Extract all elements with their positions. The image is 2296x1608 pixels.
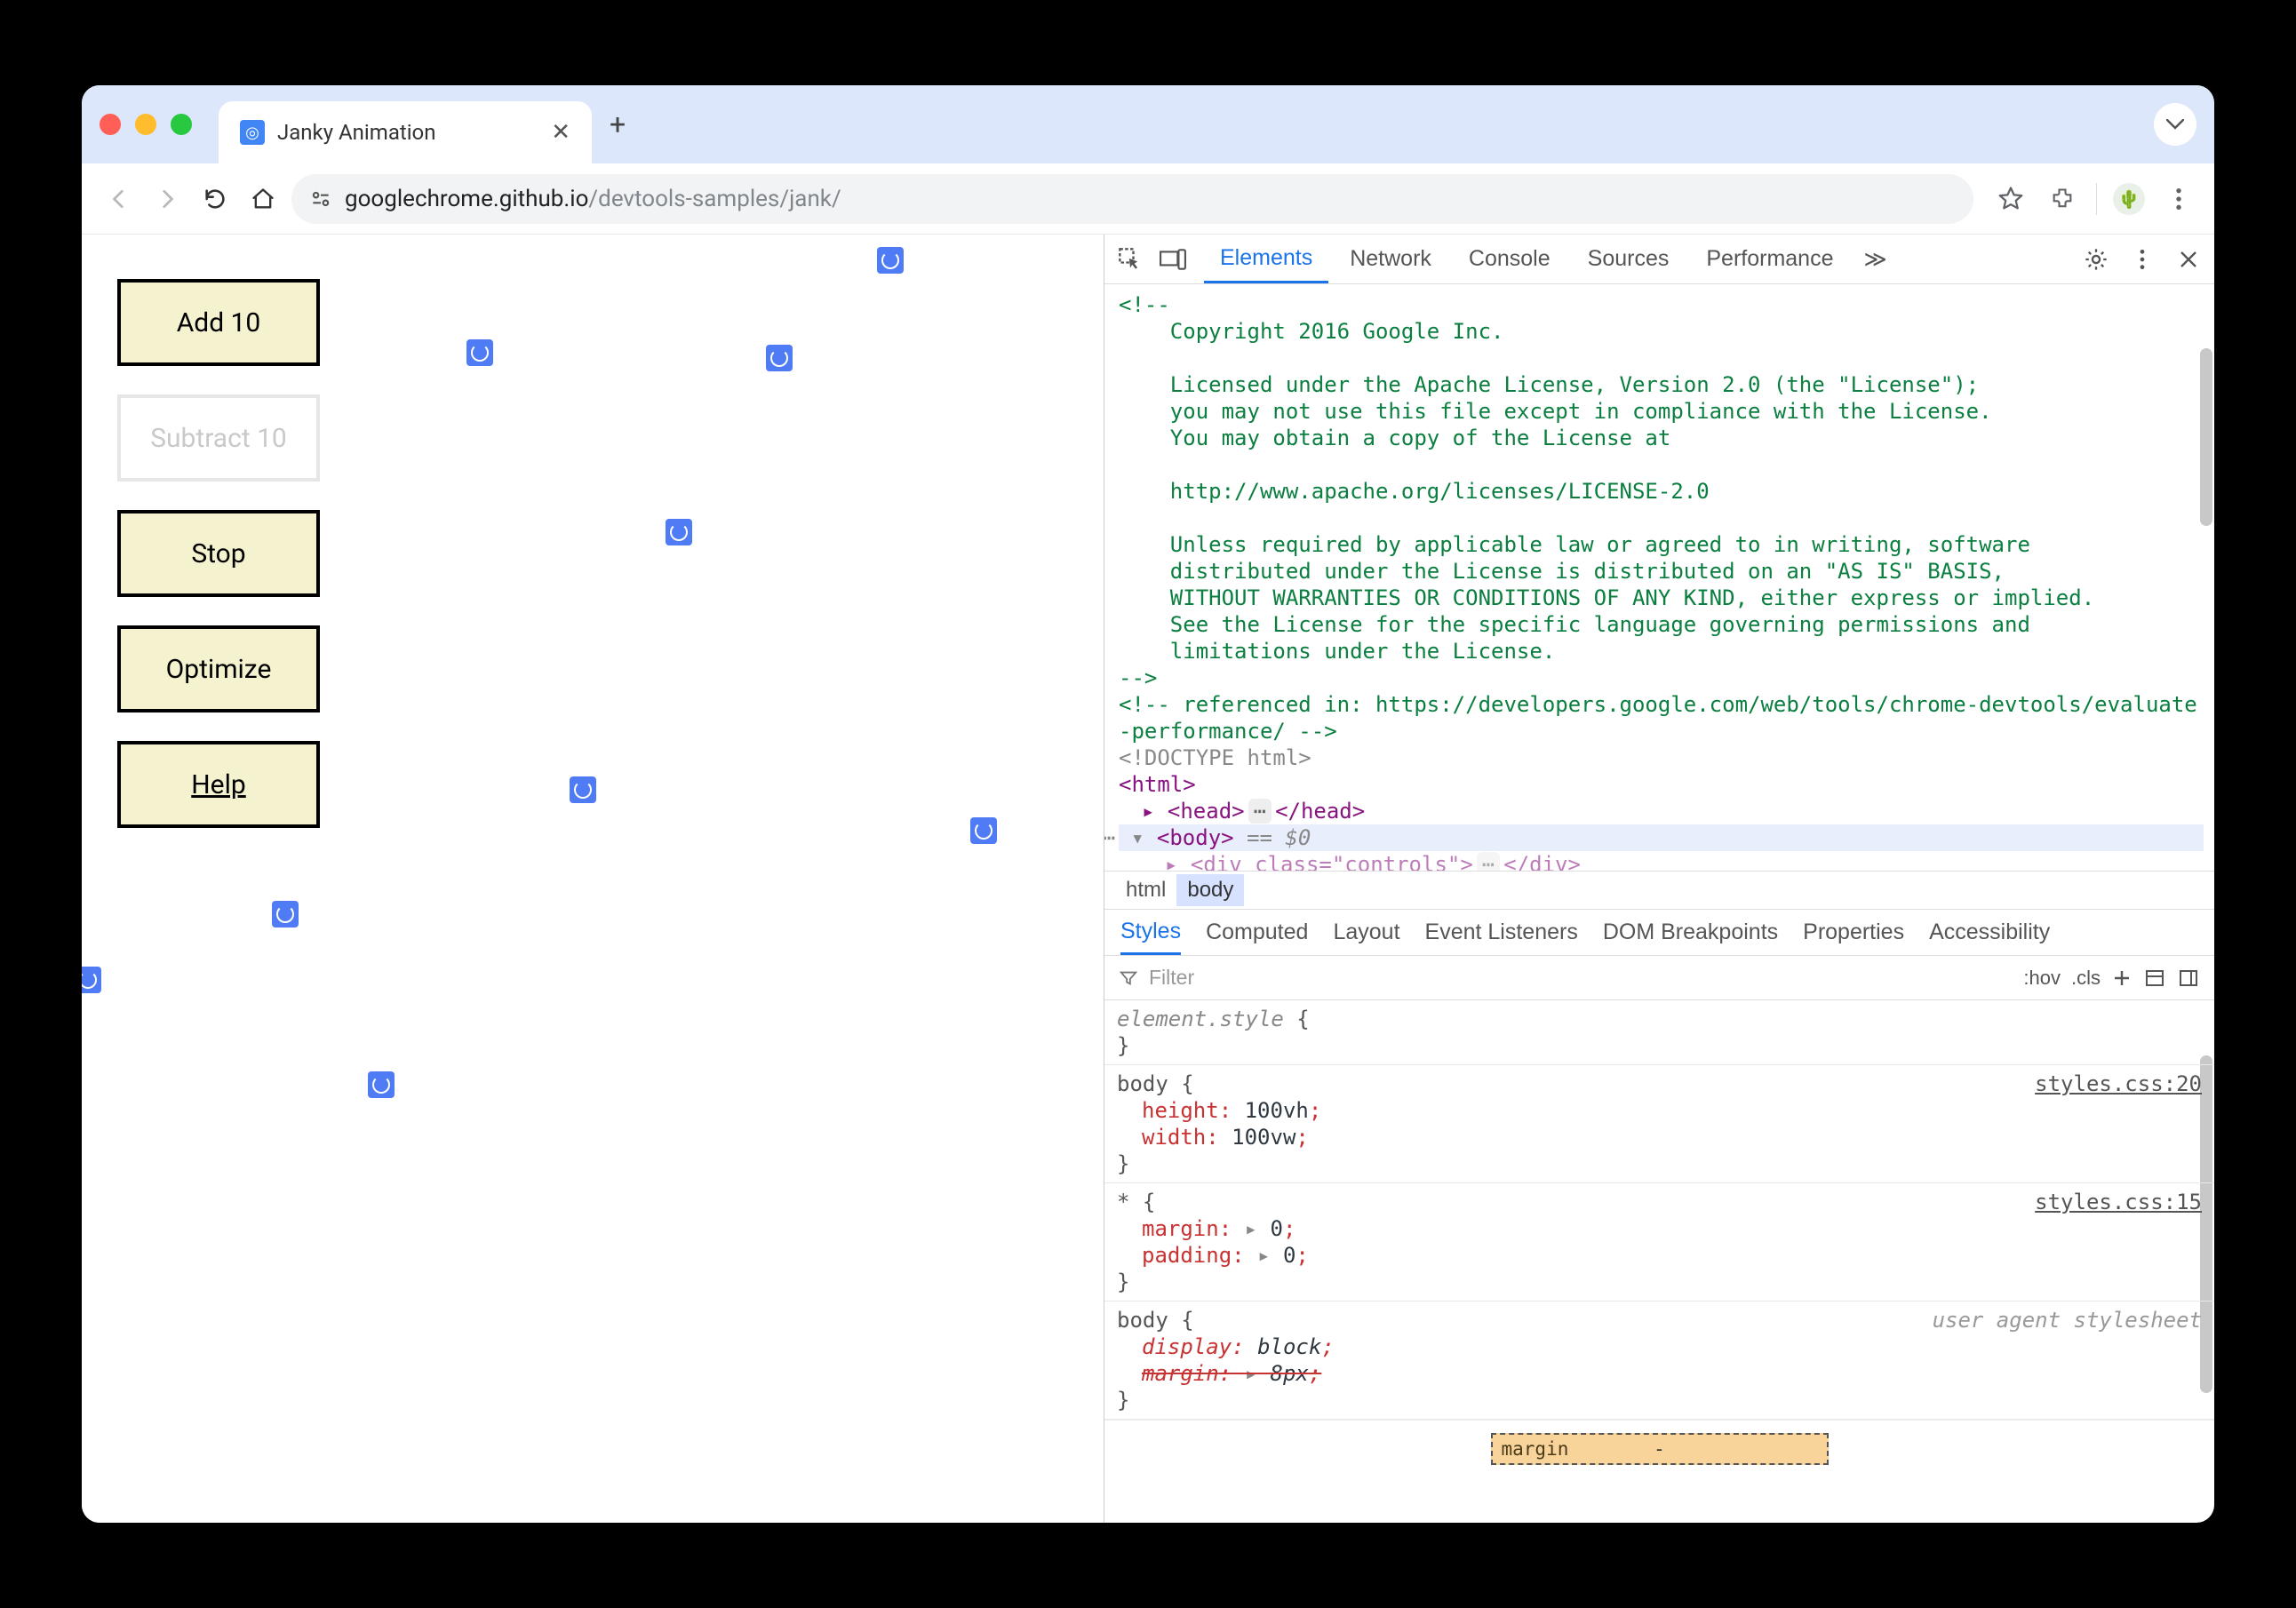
home-button[interactable] [243,179,283,219]
styles-filter-input[interactable]: Filter [1149,966,2013,990]
device-toolbar-icon[interactable] [1158,244,1188,275]
stylesheet-link[interactable]: styles.css:20 [2035,1071,2202,1097]
box-model-margin-label: margin [1502,1436,1569,1462]
tab-network[interactable]: Network [1334,235,1447,283]
ua-stylesheet-label: user agent stylesheet [1933,1307,2202,1333]
animated-icon [368,1071,395,1098]
tabs-overflow-icon[interactable]: ≫ [1854,246,1895,273]
maximize-window-button[interactable] [171,114,192,135]
profile-avatar[interactable]: 🌵 [2113,183,2145,215]
subtab-dom-breakpoints[interactable]: DOM Breakpoints [1603,910,1778,955]
rule-star[interactable]: styles.css:15 * { margin: ▸ 0; padding: … [1104,1183,2214,1302]
page-viewport: Add 10 Subtract 10 Stop Optimize Help [82,235,1104,1523]
stylesheet-link[interactable]: styles.css:15 [2035,1189,2202,1215]
animated-icon [272,901,299,927]
hov-toggle[interactable]: :hov [2023,967,2061,990]
minimize-window-button[interactable] [135,114,156,135]
dom-html-tag[interactable]: <html> [1119,771,2204,798]
rule-body-ua[interactable]: user agent stylesheet body { display: bl… [1104,1302,2214,1420]
computed-sidebar-icon[interactable] [2143,967,2166,989]
tab-console[interactable]: Console [1453,235,1567,283]
dom-child-div[interactable]: ▸ <div class="controls">⋯</div> [1119,851,2204,871]
subtab-styles[interactable]: Styles [1120,910,1181,955]
site-settings-icon[interactable] [309,187,332,211]
url-input[interactable]: googlechrome.github.io/devtools-samples/… [291,174,1973,224]
address-bar: googlechrome.github.io/devtools-samples/… [82,163,2214,235]
dom-tree[interactable]: <!-- Copyright 2016 Google Inc. Licensed… [1104,284,2214,871]
help-button[interactable]: Help [117,741,320,828]
inspect-element-icon[interactable] [1115,244,1145,275]
new-style-rule-icon[interactable] [2111,967,2133,989]
tab-sources[interactable]: Sources [1572,235,1686,283]
new-tab-button[interactable]: + [610,107,626,141]
animated-icon [766,345,793,371]
subtab-layout[interactable]: Layout [1333,910,1399,955]
tab-favicon-icon: ◎ [240,120,265,145]
devtools-tabbar: Elements Network Console Sources Perform… [1104,235,2214,284]
tab-performance[interactable]: Performance [1690,235,1849,283]
url-text: googlechrome.github.io/devtools-samples/… [345,186,841,212]
page-controls: Add 10 Subtract 10 Stop Optimize Help [117,279,320,828]
tab-overflow-button[interactable] [2154,103,2196,146]
devtools-panel: Elements Network Console Sources Perform… [1104,235,2214,1523]
tab-elements[interactable]: Elements [1204,235,1328,283]
traffic-lights [100,114,192,135]
styles-subpanel-tabs: Styles Computed Layout Event Listeners D… [1104,910,2214,956]
animated-icon [570,776,596,803]
subtab-properties[interactable]: Properties [1803,910,1904,955]
crumb-body[interactable]: body [1176,874,1244,906]
window-titlebar: ◎ Janky Animation ✕ + [82,85,2214,163]
forward-button[interactable] [147,179,187,219]
toggle-sidebar-icon[interactable] [2177,967,2200,989]
cls-toggle[interactable]: .cls [2071,967,2101,990]
devtools-kebab-icon[interactable] [2127,244,2157,275]
dom-doctype: <!DOCTYPE html> [1119,744,2204,771]
add-10-button[interactable]: Add 10 [117,279,320,366]
subtab-event-listeners[interactable]: Event Listeners [1425,910,1578,955]
animated-icon [82,967,101,993]
kebab-menu-icon[interactable] [2161,181,2196,217]
animated-icon [970,817,997,844]
rule-element-style[interactable]: element.style { } [1104,1000,2214,1065]
back-button[interactable] [100,179,139,219]
dom-head-tag[interactable]: ▸ <head>⋯</head> [1119,798,2204,824]
styles-pane[interactable]: element.style { } styles.css:20 body { h… [1104,1000,2214,1523]
animated-icon [466,339,493,366]
scrollbar-thumb[interactable] [2200,348,2212,526]
stop-button[interactable]: Stop [117,510,320,597]
divider [2096,183,2097,215]
bookmark-star-icon[interactable] [1993,181,2029,217]
tab-title: Janky Animation [277,120,538,145]
dom-comment-ref: <!-- referenced in: https://developers.g… [1119,691,2204,744]
browser-tab[interactable]: ◎ Janky Animation ✕ [219,101,592,163]
box-model-diagram[interactable]: margin - [1104,1420,2214,1465]
reload-button[interactable] [195,179,235,219]
subtract-10-button[interactable]: Subtract 10 [117,394,320,482]
crumb-html[interactable]: html [1115,874,1176,906]
browser-window: ◎ Janky Animation ✕ + googlechrome.gi [82,85,2214,1523]
optimize-button[interactable]: Optimize [117,625,320,712]
content-area: Add 10 Subtract 10 Stop Optimize Help [82,235,2214,1523]
subtab-accessibility[interactable]: Accessibility [1929,910,2050,955]
settings-gear-icon[interactable] [2081,244,2111,275]
animated-icon [877,247,904,274]
dom-body-tag-selected[interactable]: ⋯▾ <body> == $0 [1119,824,2204,851]
breadcrumb: html body [1104,871,2214,910]
rule-body[interactable]: styles.css:20 body { height: 100vh; widt… [1104,1065,2214,1183]
devtools-close-icon[interactable] [2173,244,2204,275]
dom-comment: <!-- Copyright 2016 Google Inc. Licensed… [1119,291,2204,691]
animated-icon [666,519,692,545]
styles-filter-row: Filter :hov .cls [1104,956,2214,1000]
subtab-computed[interactable]: Computed [1206,910,1308,955]
close-window-button[interactable] [100,114,121,135]
close-tab-button[interactable]: ✕ [551,119,570,146]
extensions-icon[interactable] [2045,181,2080,217]
box-model-margin-value: - [1654,1436,1665,1462]
filter-icon [1119,968,1138,988]
